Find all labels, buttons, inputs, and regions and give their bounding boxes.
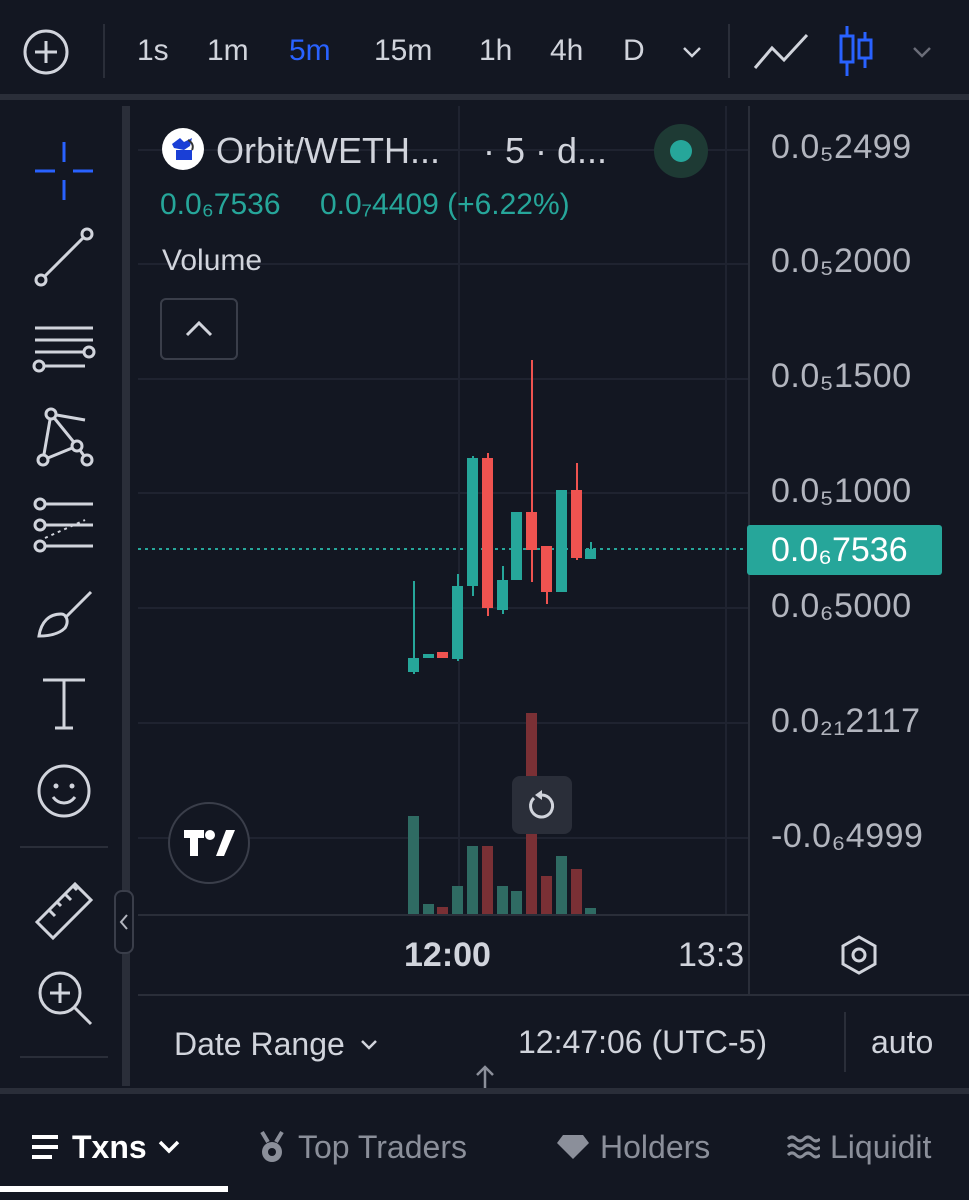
- price-label: 0.0₆5000: [771, 587, 912, 625]
- price-label: 0.0₅2499: [771, 128, 912, 166]
- tab-holders-label: Holders: [600, 1129, 711, 1165]
- tools-divider: [20, 1056, 108, 1058]
- crosshair-icon[interactable]: [24, 136, 104, 206]
- auto-scale-toggle[interactable]: auto: [871, 1024, 933, 1061]
- emoji-icon[interactable]: [24, 756, 104, 826]
- waves-icon: [786, 1135, 820, 1159]
- candlestick-series[interactable]: [138, 106, 748, 914]
- chart-pane[interactable]: Orbit/WETH... · 5 · d... 0.0₆7536 0.0₇44…: [138, 106, 969, 1086]
- price-label: 0.0₅2000: [771, 242, 912, 280]
- interval-15m[interactable]: 15m: [374, 28, 432, 74]
- diamond-icon: [557, 1135, 589, 1159]
- medal-icon: [260, 1130, 284, 1162]
- interval-1m[interactable]: 1m: [207, 28, 249, 74]
- fib-retracement-icon[interactable]: [24, 490, 104, 560]
- ruler-icon[interactable]: [24, 876, 104, 946]
- tools-divider: [20, 846, 108, 848]
- interval-5m[interactable]: 5m: [289, 28, 331, 74]
- add-symbol-icon[interactable]: [22, 28, 70, 76]
- text-icon[interactable]: [24, 668, 104, 738]
- footer-divider: [844, 1012, 846, 1072]
- price-label: 0.0₅1500: [771, 357, 912, 395]
- tab-txns-label: Txns: [72, 1129, 147, 1165]
- trend-line-icon[interactable]: [24, 222, 104, 292]
- interval-4h[interactable]: 4h: [550, 28, 583, 74]
- tab-holders[interactable]: Holders: [556, 1124, 710, 1170]
- tab-liquidity-label: Liquidit: [830, 1129, 932, 1165]
- interval-1h[interactable]: 1h: [479, 28, 512, 74]
- active-tab-indicator: [0, 1186, 228, 1192]
- pattern-icon[interactable]: [24, 402, 104, 472]
- interval-d[interactable]: D: [623, 28, 645, 74]
- chart-settings-icon[interactable]: [838, 934, 880, 976]
- price-label: -0.0₆4999: [771, 817, 924, 855]
- chevron-left-icon: [119, 914, 128, 930]
- price-label: 0.0₂₁2117: [771, 702, 921, 740]
- candles-icon[interactable]: [836, 24, 876, 78]
- date-range-label: Date Range: [174, 1025, 345, 1062]
- line-chart-icon[interactable]: [752, 30, 810, 74]
- chevron-down-icon[interactable]: [680, 40, 704, 64]
- time-label: 13:3: [678, 936, 745, 974]
- tab-txns[interactable]: Txns: [30, 1124, 181, 1170]
- price-candles: [408, 360, 596, 674]
- date-range-dropdown[interactable]: Date Range: [174, 1022, 379, 1066]
- footer-border: [138, 994, 969, 996]
- drawing-toolbar: [0, 106, 134, 1086]
- list-icon: [32, 1135, 58, 1159]
- top-toolbar: 1s 1m 5m 15m 1h 4h D: [0, 0, 969, 100]
- tradingview-logo[interactable]: [168, 802, 250, 884]
- interval-1s[interactable]: 1s: [137, 28, 169, 74]
- collapse-toolbar-handle[interactable]: [114, 890, 134, 954]
- tab-top-traders-label: Top Traders: [298, 1129, 467, 1165]
- reset-chart-button[interactable]: [512, 776, 572, 834]
- timezone-clock[interactable]: 12:47:06 (UTC-5): [518, 1024, 767, 1061]
- reset-icon: [529, 790, 555, 819]
- zoom-in-icon[interactable]: [24, 962, 104, 1032]
- tab-liquidity[interactable]: Liquidit: [786, 1124, 931, 1170]
- parallel-lines-icon[interactable]: [24, 312, 104, 382]
- time-label: 12:00: [404, 936, 491, 974]
- toolbar-divider: [728, 24, 730, 78]
- toolbar-divider: [103, 24, 105, 78]
- bottom-tab-bar: Txns Top Traders Holders Liquidit: [0, 1088, 969, 1200]
- time-axis-border: [138, 914, 748, 916]
- brush-icon[interactable]: [24, 580, 104, 650]
- price-label: 0.0₅1000: [771, 472, 912, 510]
- chevron-down-icon: [158, 1140, 179, 1154]
- chevron-down-icon[interactable]: [910, 40, 934, 64]
- current-price-tag: 0.0₆7536: [747, 525, 942, 575]
- tab-top-traders[interactable]: Top Traders: [256, 1124, 467, 1170]
- chevron-down-icon: [360, 1040, 377, 1050]
